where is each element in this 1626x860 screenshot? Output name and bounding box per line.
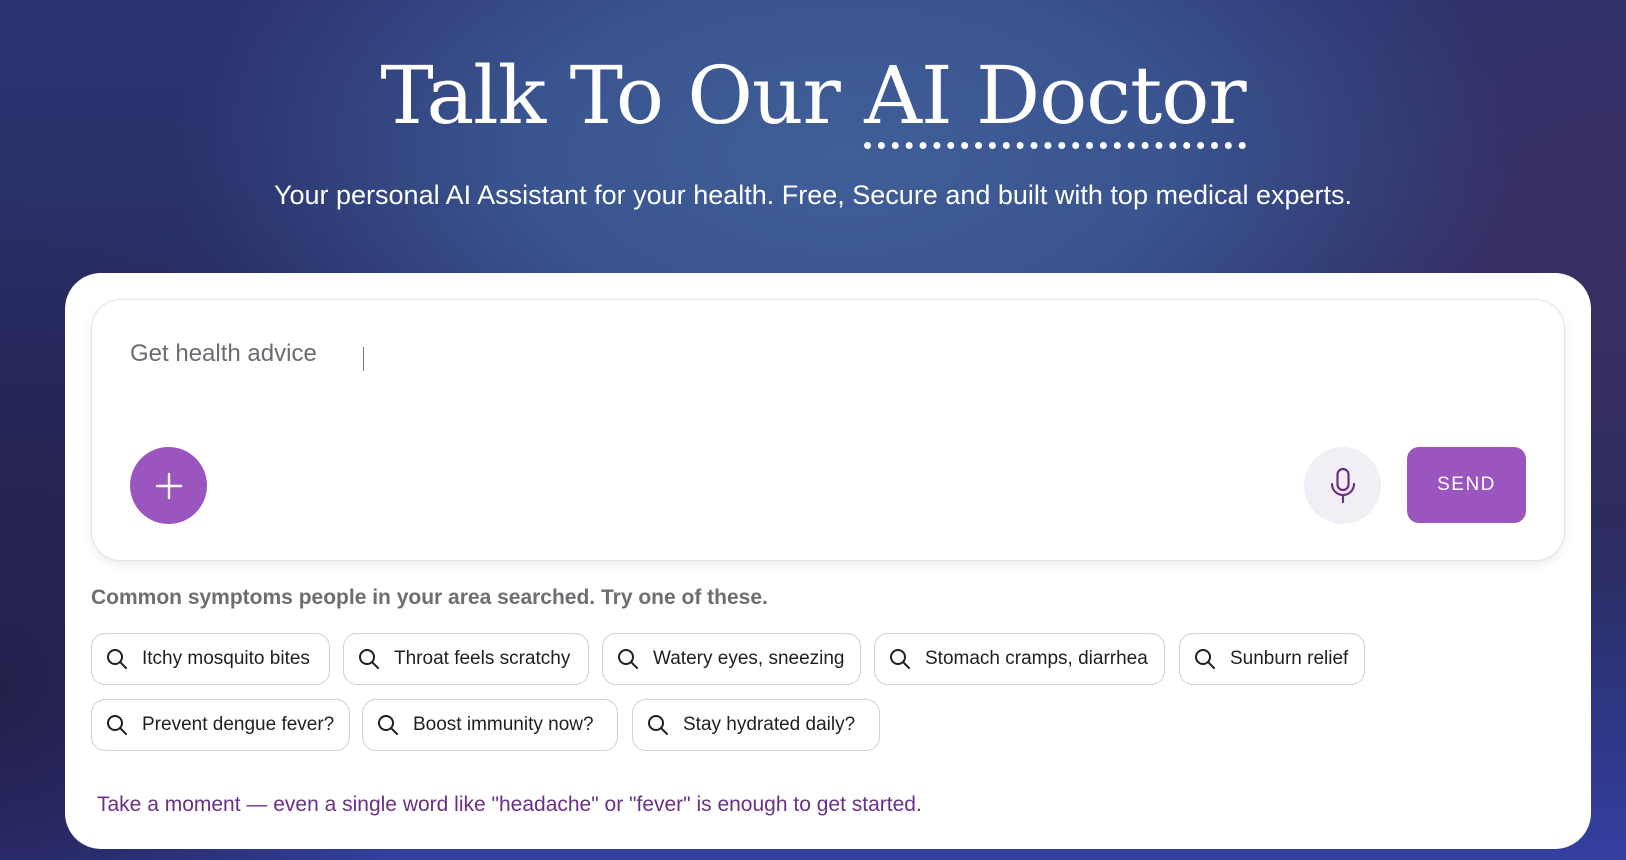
suggestions-label: Common symptoms people in your area sear… <box>91 586 768 609</box>
page-title: Talk To Our AI Doctor <box>0 48 1626 149</box>
page-title-accent: AI Doctor <box>864 49 1247 149</box>
chat-card: SEND Common symptoms people in your area… <box>65 273 1591 849</box>
suggestion-chip[interactable]: Boost immunity now? <box>362 699 618 751</box>
suggestion-chip[interactable]: Sunburn relief <box>1179 633 1365 685</box>
suggestion-chip-label: Stay hydrated daily? <box>683 714 856 735</box>
search-icon <box>377 714 399 736</box>
page-title-main: Talk To Our <box>380 49 865 142</box>
voice-input-button[interactable] <box>1304 447 1381 524</box>
add-attachment-button[interactable] <box>130 447 207 524</box>
search-icon <box>647 714 669 736</box>
suggestion-chip-label: Throat feels scratchy <box>394 648 571 669</box>
suggestion-chip-label: Prevent dengue fever? <box>142 714 335 735</box>
suggestion-chip[interactable]: Stay hydrated daily? <box>632 699 880 751</box>
suggestion-chip[interactable]: Watery eyes, sneezing <box>602 633 861 685</box>
text-caret <box>363 347 364 371</box>
health-question-input[interactable] <box>130 340 1510 368</box>
microphone-icon <box>1330 467 1355 503</box>
getting-started-hint: Take a moment — even a single word like … <box>97 793 922 816</box>
composer-box: SEND <box>91 299 1565 561</box>
send-button[interactable]: SEND <box>1407 447 1526 523</box>
suggestion-chip-label: Stomach cramps, diarrhea <box>925 648 1148 669</box>
suggestion-chip[interactable]: Throat feels scratchy <box>343 633 589 685</box>
search-icon <box>1194 648 1216 670</box>
search-icon <box>617 648 639 670</box>
suggestion-chip[interactable]: Prevent dengue fever? <box>91 699 350 751</box>
search-icon <box>106 714 128 736</box>
suggestion-chip[interactable]: Itchy mosquito bites <box>91 633 330 685</box>
search-icon <box>358 648 380 670</box>
search-icon <box>889 648 911 670</box>
suggestion-chip-label: Itchy mosquito bites <box>142 648 310 669</box>
plus-icon <box>155 472 182 499</box>
suggestion-chip-label: Sunburn relief <box>1230 648 1349 669</box>
suggestion-chip-label: Watery eyes, sneezing <box>653 648 845 669</box>
suggestion-chip-label: Boost immunity now? <box>413 714 594 735</box>
suggestion-chip[interactable]: Stomach cramps, diarrhea <box>874 633 1165 685</box>
search-icon <box>106 648 128 670</box>
page-subtitle: Your personal AI Assistant for your heal… <box>273 180 1353 210</box>
